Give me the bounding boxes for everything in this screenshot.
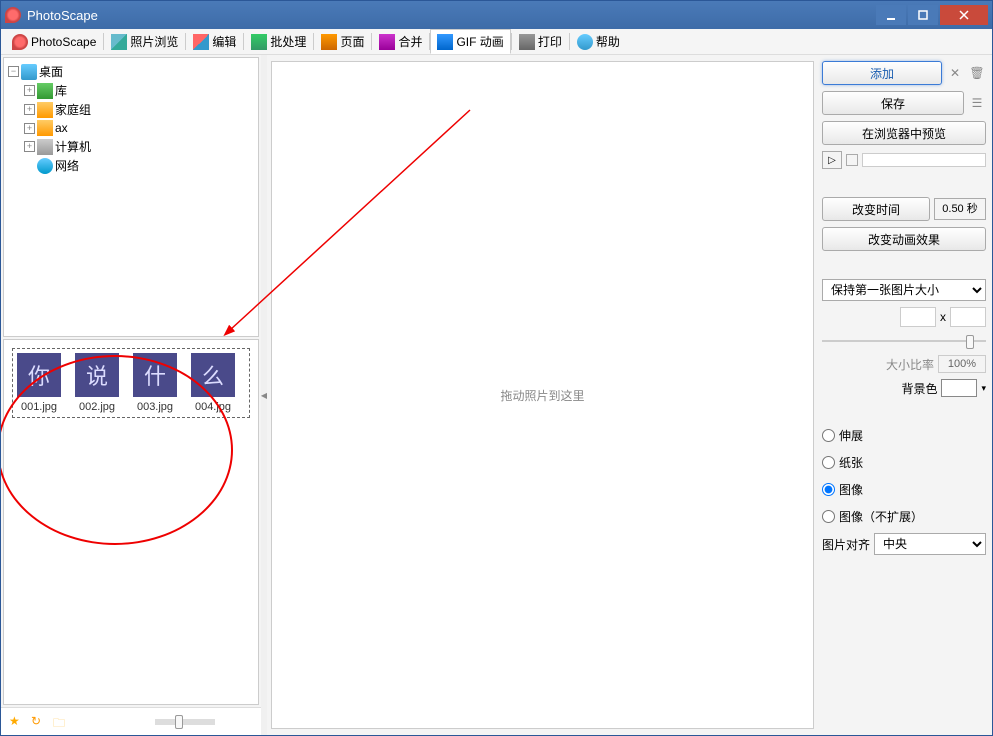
edit-icon	[193, 34, 209, 50]
height-input[interactable]	[950, 307, 986, 327]
titlebar: PhotoScape	[1, 1, 992, 29]
tab-print[interactable]: 打印	[512, 29, 569, 54]
help-icon	[577, 34, 593, 50]
tree-node-label: 家庭组	[55, 101, 91, 118]
thumbnail-filename: 001.jpg	[17, 401, 61, 413]
minimize-button[interactable]	[876, 5, 906, 25]
add-button[interactable]: 添加	[822, 61, 942, 85]
drop-placeholder-text: 拖动照片到这里	[500, 387, 584, 404]
gif-icon	[437, 34, 453, 50]
page-icon	[321, 34, 337, 50]
thumbnail-filename: 002.jpg	[75, 401, 119, 413]
tab-page[interactable]: 页面	[314, 29, 371, 54]
ratio-label: 大小比率	[886, 356, 934, 373]
photo-browse-icon	[111, 34, 127, 50]
tree-node-label: ax	[55, 121, 68, 135]
right-sidebar: 添加 ✕ 🗑 保存 ☰ 在浏览器中预览 ▷ 改变时间 0.50 秒 改变动画效果	[816, 55, 992, 735]
app-window: PhotoScape PhotoScape 照片浏览 编辑 批处理 页面 合并 …	[0, 0, 993, 736]
tree-node-label: 桌面	[39, 63, 63, 80]
width-input[interactable]	[900, 307, 936, 327]
thumbnail-image: 么	[191, 353, 235, 397]
favorite-icon[interactable]: ★	[9, 714, 25, 730]
left-panel: − 桌面 + 库 + 家庭组 + ax + 计算机 网络 你 001.jpg 说 002.jp…	[1, 55, 261, 735]
bgcolor-swatch[interactable]	[941, 379, 977, 397]
play-button[interactable]: ▷	[822, 151, 842, 169]
thumbnail-filename: 004.jpg	[191, 401, 235, 413]
collapse-icon[interactable]: −	[8, 66, 19, 77]
network-icon	[37, 158, 53, 174]
app-icon	[5, 7, 21, 23]
batch-icon	[251, 34, 267, 50]
main-tabbar: PhotoScape 照片浏览 编辑 批处理 页面 合并 GIF 动画 打印 帮…	[1, 29, 992, 55]
fit-paper-radio[interactable]: 纸张	[822, 452, 986, 473]
save-button[interactable]: 保存	[822, 91, 964, 115]
photoscape-icon	[12, 34, 28, 50]
expand-icon[interactable]: +	[24, 123, 35, 134]
tree-node-label: 网络	[55, 157, 79, 174]
align-label: 图片对齐	[822, 536, 870, 553]
trash-icon[interactable]: 🗑	[968, 64, 986, 82]
expand-icon[interactable]: +	[24, 141, 35, 152]
close-button[interactable]	[940, 5, 988, 25]
thumbnail-size-slider[interactable]	[155, 719, 215, 725]
ratio-value: 100%	[938, 355, 986, 373]
merge-icon	[379, 34, 395, 50]
folder-icon[interactable]: 🗀	[53, 714, 69, 730]
dimension-x: x	[940, 310, 946, 324]
homegroup-icon	[37, 102, 53, 118]
refresh-icon[interactable]: ↻	[31, 714, 47, 730]
thumbnail-item[interactable]: 么 004.jpg	[191, 353, 235, 413]
bgcolor-dropdown-icon[interactable]: ▾	[981, 383, 986, 394]
folder-tree[interactable]: − 桌面 + 库 + 家庭组 + ax + 计算机 网络	[3, 57, 259, 337]
expand-icon[interactable]: +	[24, 104, 35, 115]
thumbnail-item[interactable]: 你 001.jpg	[17, 353, 61, 413]
library-icon	[37, 83, 53, 99]
fit-image-radio[interactable]: 图像	[822, 479, 986, 500]
thumbnail-image: 说	[75, 353, 119, 397]
thumbnail-item[interactable]: 什 003.jpg	[133, 353, 177, 413]
ratio-slider[interactable]	[822, 333, 986, 349]
desktop-icon	[21, 64, 37, 80]
preview-panel: 拖动照片到这里	[267, 55, 816, 735]
tab-edit[interactable]: 编辑	[186, 29, 243, 54]
thumbnail-item[interactable]: 说 002.jpg	[75, 353, 119, 413]
tab-photo-browse[interactable]: 照片浏览	[104, 29, 185, 54]
size-mode-select[interactable]: 保持第一张图片大小	[822, 279, 986, 301]
time-display: 0.50 秒	[934, 198, 986, 220]
print-icon	[519, 34, 535, 50]
thumbnail-filename: 003.jpg	[133, 401, 177, 413]
thumbnails-selection: 你 001.jpg 说 002.jpg 什 003.jpg 么 004.jpg	[12, 348, 250, 418]
fit-stretch-radio[interactable]: 伸展	[822, 425, 986, 446]
change-time-button[interactable]: 改变时间	[822, 197, 930, 221]
bottom-toolbar: ★ ↻ 🗀	[1, 707, 261, 735]
bgcolor-label: 背景色	[901, 380, 937, 397]
window-title: PhotoScape	[27, 8, 876, 23]
progress-bar	[862, 153, 986, 167]
align-select[interactable]: 中央	[874, 533, 986, 555]
tab-photoscape[interactable]: PhotoScape	[5, 29, 103, 54]
main-content: − 桌面 + 库 + 家庭组 + ax + 计算机 网络 你 001.jpg 说 002.jp…	[1, 55, 992, 735]
tab-batch[interactable]: 批处理	[244, 29, 313, 54]
preview-in-browser-button[interactable]: 在浏览器中预览	[822, 121, 986, 145]
thumbnail-image: 你	[17, 353, 61, 397]
change-effect-button[interactable]: 改变动画效果	[822, 227, 986, 251]
fit-image-noexpand-radio[interactable]: 图像（不扩展）	[822, 506, 986, 527]
tab-help[interactable]: 帮助	[570, 29, 627, 54]
computer-icon	[37, 139, 53, 155]
user-folder-icon	[37, 120, 53, 136]
delete-icon[interactable]: ✕	[946, 64, 964, 82]
expand-icon[interactable]: +	[24, 85, 35, 96]
preview-drop-area[interactable]: 拖动照片到这里	[271, 61, 814, 729]
tab-merge[interactable]: 合并	[372, 29, 429, 54]
tree-node-label: 库	[55, 82, 67, 99]
tree-node-label: 计算机	[55, 138, 91, 155]
tab-gif-anim[interactable]: GIF 动画	[430, 29, 510, 54]
menu-icon[interactable]: ☰	[968, 94, 986, 112]
thumbnail-image: 什	[133, 353, 177, 397]
maximize-button[interactable]	[908, 5, 938, 25]
thumbnails-panel[interactable]: 你 001.jpg 说 002.jpg 什 003.jpg 么 004.jpg	[3, 339, 259, 705]
stop-button[interactable]	[846, 154, 858, 166]
